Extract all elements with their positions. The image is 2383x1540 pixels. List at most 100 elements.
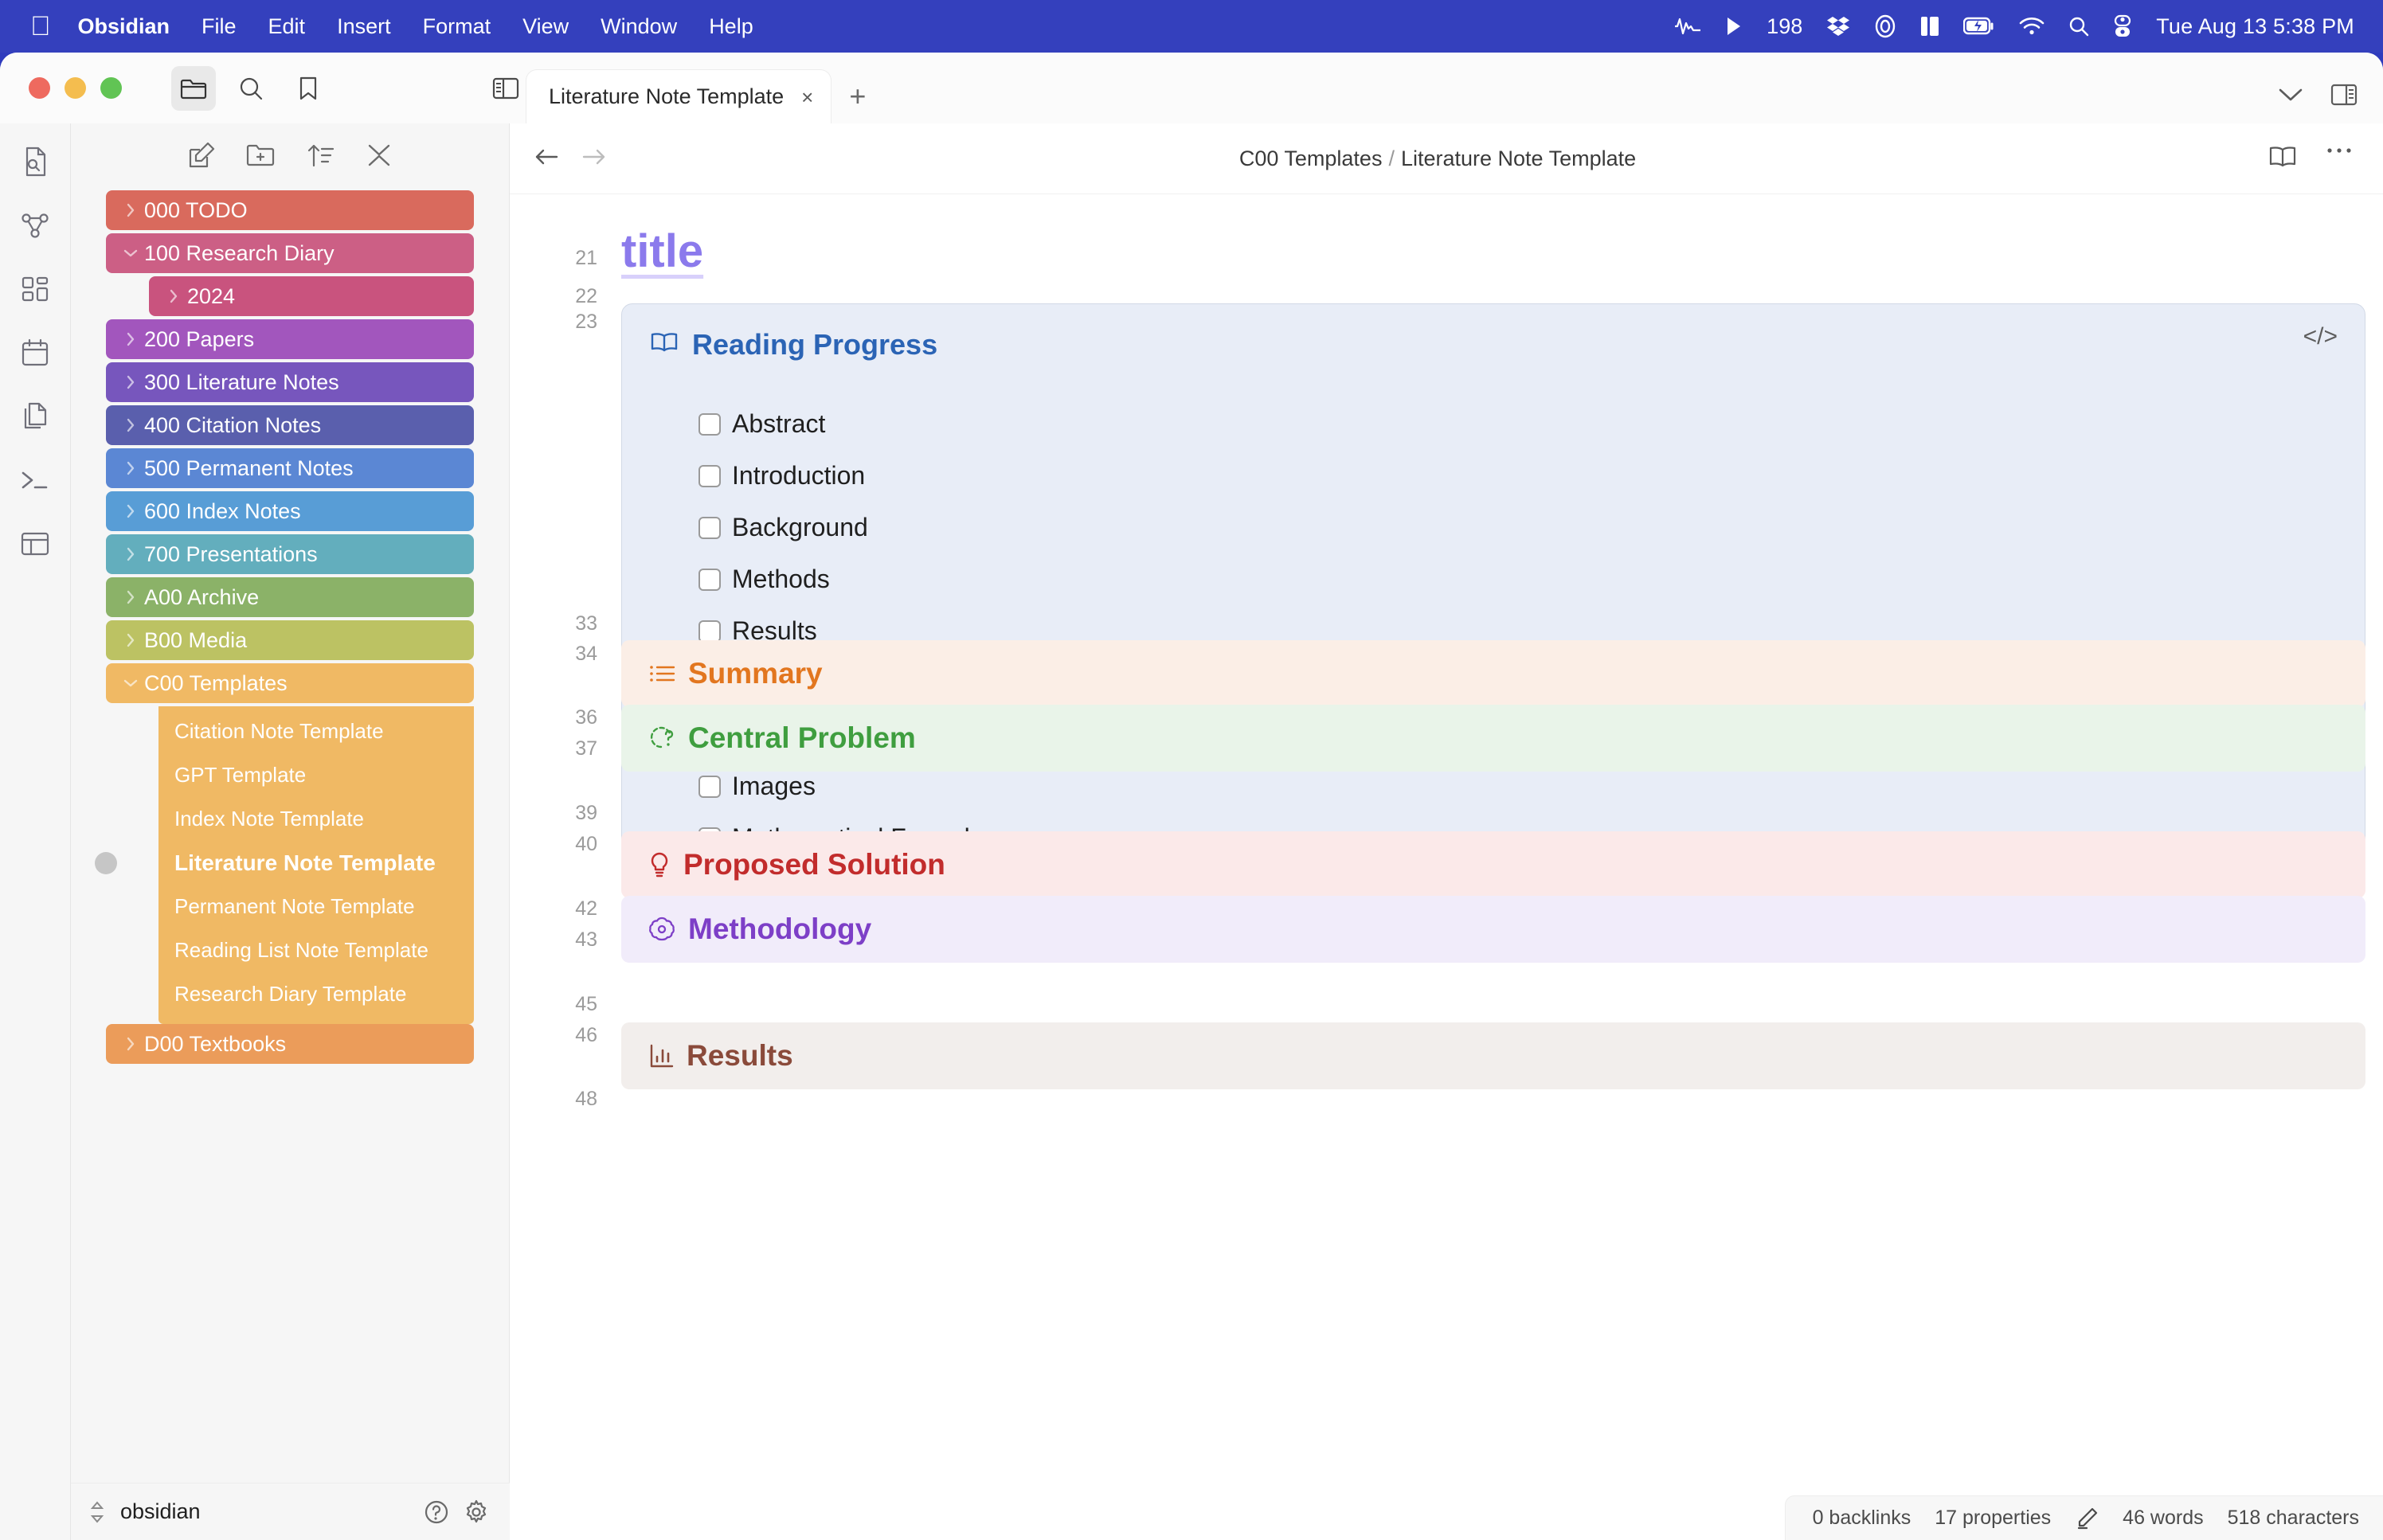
battery-charging-icon[interactable] [1963, 13, 1995, 40]
file-item[interactable]: Permanent Note Template [158, 885, 474, 928]
new-tab-button[interactable]: + [849, 82, 866, 111]
section-proposed-solution[interactable]: Proposed Solution [621, 831, 2365, 898]
checkbox[interactable] [698, 516, 721, 539]
file-search-icon[interactable] [18, 144, 53, 179]
folder-item[interactable]: 300 Literature Notes [106, 362, 474, 402]
folder-item[interactable]: 400 Citation Notes [106, 405, 474, 445]
document-body[interactable]: 21 22 23 33 34 36 37 39 40 42 43 45 46 4… [510, 194, 2383, 1540]
task-item[interactable]: Introduction [698, 450, 2338, 502]
checkbox[interactable] [698, 412, 721, 436]
dashboard-icon[interactable] [18, 272, 53, 307]
vault-name[interactable]: obsidian [120, 1499, 201, 1524]
chevron-down-icon[interactable] [2278, 87, 2303, 107]
folder-icon[interactable] [171, 65, 216, 111]
folder-item[interactable]: B00 Media [106, 620, 474, 660]
bookmark-icon[interactable] [286, 66, 331, 111]
dropbox-icon[interactable] [1826, 13, 1850, 40]
task-item[interactable]: Methods [698, 553, 2338, 605]
graph-view-icon[interactable] [18, 208, 53, 243]
left-sidebar-toggle-icon[interactable] [483, 66, 528, 111]
layout-icon[interactable] [18, 526, 53, 561]
breadcrumb-file[interactable]: Literature Note Template [1401, 147, 1636, 170]
search-icon[interactable] [2068, 13, 2089, 40]
close-icon[interactable]: × [801, 87, 813, 107]
chevron-right-icon[interactable] [117, 202, 144, 218]
breadcrumb[interactable]: C00 Templates / Literature Note Template [607, 147, 2268, 171]
menu-window[interactable]: Window [601, 14, 677, 39]
checkbox[interactable] [698, 775, 721, 798]
character-count[interactable]: 518 characters [2228, 1507, 2359, 1530]
chevron-right-icon[interactable] [117, 417, 144, 433]
chevron-right-icon[interactable] [117, 546, 144, 562]
chevron-right-icon[interactable] [117, 331, 144, 347]
properties-count[interactable]: 17 properties [1935, 1507, 2051, 1530]
minimize-button[interactable] [65, 77, 86, 99]
menu-counter[interactable]: 198 [1767, 14, 1802, 39]
collapse-all-icon[interactable] [366, 142, 393, 173]
chevron-right-icon[interactable] [117, 589, 144, 605]
file-item[interactable]: Index Note Template [158, 797, 474, 841]
menu-app-name[interactable]: Obsidian [78, 14, 170, 39]
title-internal-link[interactable]: title [621, 225, 703, 277]
right-sidebar-toggle-icon[interactable] [2330, 83, 2358, 111]
new-note-icon[interactable] [187, 141, 216, 174]
breadcrumb-folder[interactable]: C00 Templates [1239, 147, 1383, 170]
terminal-icon[interactable] [18, 463, 53, 498]
menu-format[interactable]: Format [423, 14, 491, 39]
menu-insert[interactable]: Insert [337, 14, 391, 39]
section-summary[interactable]: Summary [621, 640, 2365, 707]
search-icon[interactable] [229, 66, 273, 111]
folder-item[interactable]: 200 Papers [106, 319, 474, 359]
templates-icon[interactable] [18, 399, 53, 434]
folder-item[interactable]: 700 Presentations [106, 534, 474, 574]
task-item[interactable]: Abstract [698, 398, 2338, 450]
menu-view[interactable]: View [522, 14, 569, 39]
file-item-active[interactable]: Literature Note Template [95, 841, 474, 885]
chevron-right-icon[interactable] [117, 632, 144, 648]
folder-item[interactable]: 000 TODO [106, 190, 474, 230]
help-circle-icon[interactable] [424, 1499, 449, 1525]
folder-item[interactable]: A00 Archive [106, 577, 474, 617]
wifi-icon[interactable] [2019, 13, 2045, 40]
reading-view-icon[interactable] [2268, 145, 2297, 173]
sort-icon[interactable] [307, 142, 335, 173]
chevron-down-icon[interactable] [117, 245, 144, 261]
file-item[interactable]: Reading List Note Template [158, 928, 474, 972]
checkbox[interactable] [698, 620, 721, 643]
file-item[interactable]: GPT Template [158, 753, 474, 797]
chevron-right-icon[interactable] [117, 503, 144, 519]
section-results[interactable]: Results [621, 1022, 2365, 1089]
zero-circle-icon[interactable] [1874, 13, 1896, 40]
chevron-right-icon[interactable] [117, 374, 144, 390]
folder-tree[interactable]: 000 TODO 100 Research Diary 2024 200 Papers… [71, 190, 509, 1483]
apple-logo-icon[interactable]:  [30, 13, 51, 40]
vault-switcher-icon[interactable] [88, 1500, 106, 1524]
chevron-right-icon[interactable] [117, 1036, 144, 1052]
control-center-icon[interactable] [2113, 13, 2132, 40]
folder-item[interactable]: 600 Index Notes [106, 491, 474, 531]
play-icon[interactable] [1725, 13, 1743, 40]
maximize-button[interactable] [100, 77, 122, 99]
section-methodology[interactable]: Methodology [621, 896, 2365, 963]
file-item[interactable]: Citation Note Template [158, 709, 474, 753]
more-options-icon[interactable] [2326, 145, 2353, 173]
reading-progress-callout[interactable]: </> Reading Progress Abstract Introducti… [621, 303, 2365, 893]
chevron-right-icon[interactable] [117, 460, 144, 476]
folder-item[interactable]: D00 Textbooks [106, 1024, 474, 1064]
tab-literature-note-template[interactable]: Literature Note Template × [526, 69, 832, 123]
calendar-icon[interactable] [18, 335, 53, 370]
folder-item[interactable]: 2024 [149, 276, 474, 316]
folder-item[interactable]: C00 Templates [106, 663, 474, 703]
folder-item[interactable]: 500 Permanent Notes [106, 448, 474, 488]
menu-help[interactable]: Help [709, 14, 753, 39]
split-view-icon[interactable] [1920, 13, 1939, 40]
forward-arrow-icon[interactable] [581, 147, 607, 171]
section-central-problem[interactable]: Central Problem [621, 705, 2365, 772]
menu-file[interactable]: File [202, 14, 237, 39]
menu-edit[interactable]: Edit [268, 14, 306, 39]
close-button[interactable] [29, 77, 50, 99]
new-folder-icon[interactable] [246, 143, 276, 172]
gear-icon[interactable] [464, 1499, 489, 1525]
checkbox[interactable] [698, 568, 721, 591]
code-icon[interactable]: </> [2303, 323, 2338, 350]
